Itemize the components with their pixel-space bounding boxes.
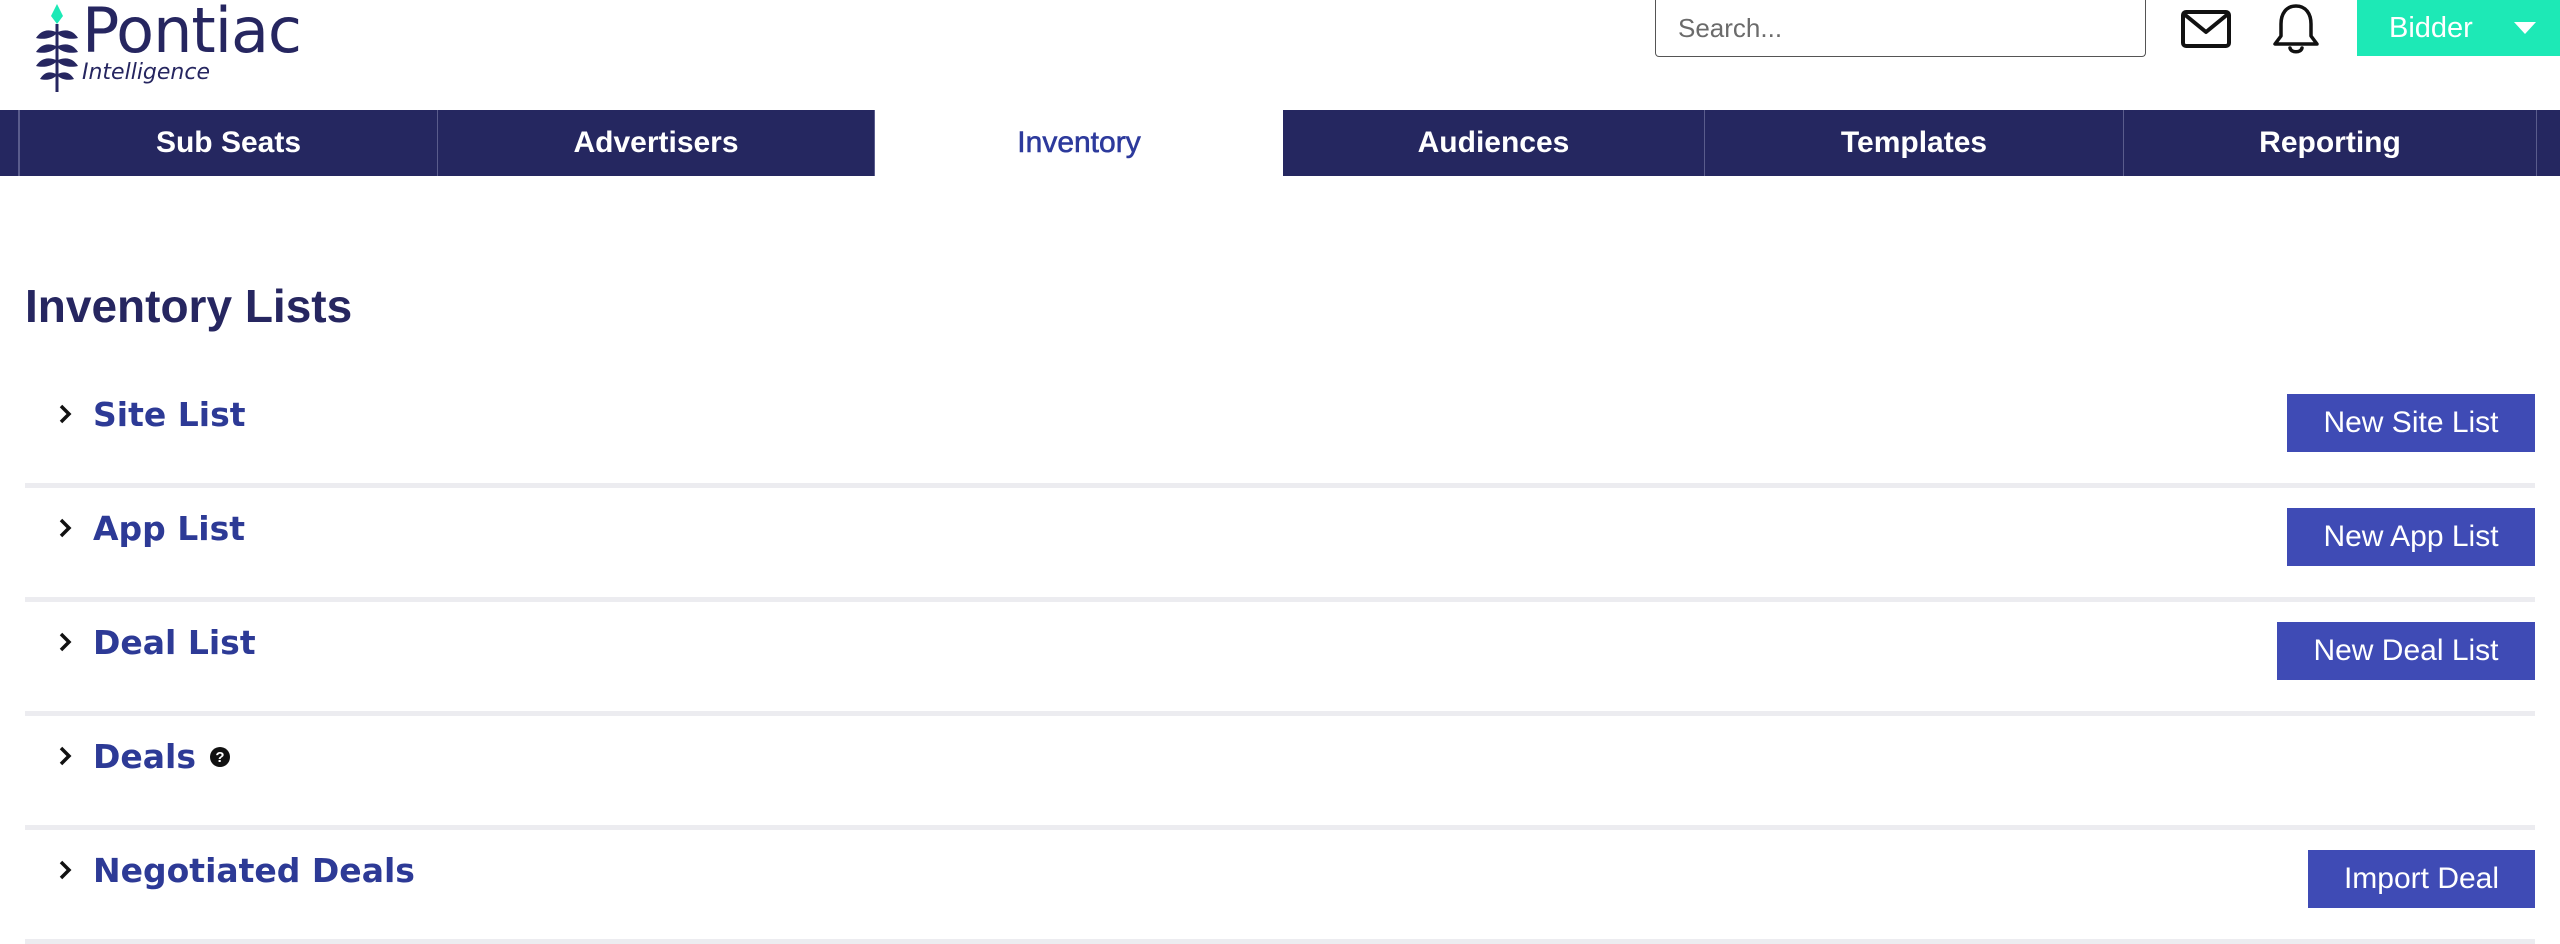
import-deal-button[interactable]: Import Deal <box>2308 850 2535 908</box>
section-site-list: Site List New Site List <box>25 374 2535 488</box>
nav-tab-sub-seats[interactable]: Sub Seats <box>20 110 438 176</box>
notifications-button[interactable] <box>2266 0 2326 58</box>
chevron-right-icon <box>53 630 77 654</box>
nav-tab-templates[interactable]: Templates <box>1705 110 2124 176</box>
caret-down-icon <box>2514 22 2536 34</box>
logo-name: Pontiac <box>82 0 302 67</box>
page-title: Inventory Lists <box>25 280 353 332</box>
section-deals: Deals ? <box>25 716 2535 830</box>
section-label: Deals <box>93 736 196 776</box>
section-label: App List <box>93 508 246 548</box>
section-label: Deal List <box>93 622 256 662</box>
section-header[interactable]: Site List <box>25 374 245 454</box>
search-input[interactable] <box>1655 0 2146 57</box>
section-header[interactable]: App List <box>25 488 245 568</box>
nav-tab-audiences[interactable]: Audiences <box>1283 110 1705 176</box>
section-app-list: App List New App List <box>25 488 2535 602</box>
chevron-right-icon <box>53 744 77 768</box>
brand-logo[interactable]: Pontiac Intelligence <box>30 0 330 94</box>
bidder-label: Bidder <box>2389 11 2473 44</box>
help-icon[interactable]: ? <box>210 747 230 767</box>
chevron-right-icon <box>53 402 77 426</box>
logo-subtitle: Intelligence <box>82 60 211 85</box>
main-nav: Sub Seats Advertisers Inventory Audience… <box>0 110 2560 176</box>
new-site-list-button[interactable]: New Site List <box>2287 394 2535 452</box>
new-app-list-button[interactable]: New App List <box>2287 508 2535 566</box>
wheat-logo-icon <box>36 4 78 92</box>
section-header[interactable]: Deals ? <box>25 716 230 796</box>
top-bar: Pontiac Intelligence Bidder <box>0 0 2560 110</box>
section-label: Site List <box>93 394 246 434</box>
section-deal-list: Deal List New Deal List <box>25 602 2535 716</box>
mail-button[interactable] <box>2176 0 2236 58</box>
nav-tab-advertisers[interactable]: Advertisers <box>438 110 875 176</box>
chevron-right-icon <box>53 858 77 882</box>
nav-tab-reporting[interactable]: Reporting <box>2124 110 2537 176</box>
bidder-dropdown[interactable]: Bidder <box>2357 0 2560 56</box>
section-header[interactable]: Deal List <box>25 602 256 682</box>
section-header[interactable]: Negotiated Deals <box>25 830 415 910</box>
section-label: Negotiated Deals <box>93 850 415 890</box>
bell-icon <box>2273 4 2319 54</box>
new-deal-list-button[interactable]: New Deal List <box>2277 622 2535 680</box>
section-negotiated-deals: Negotiated Deals Import Deal <box>25 830 2535 944</box>
divider <box>25 939 2535 944</box>
mail-icon <box>2181 10 2231 48</box>
nav-tab-inventory[interactable]: Inventory <box>875 110 1283 176</box>
chevron-right-icon <box>53 516 77 540</box>
